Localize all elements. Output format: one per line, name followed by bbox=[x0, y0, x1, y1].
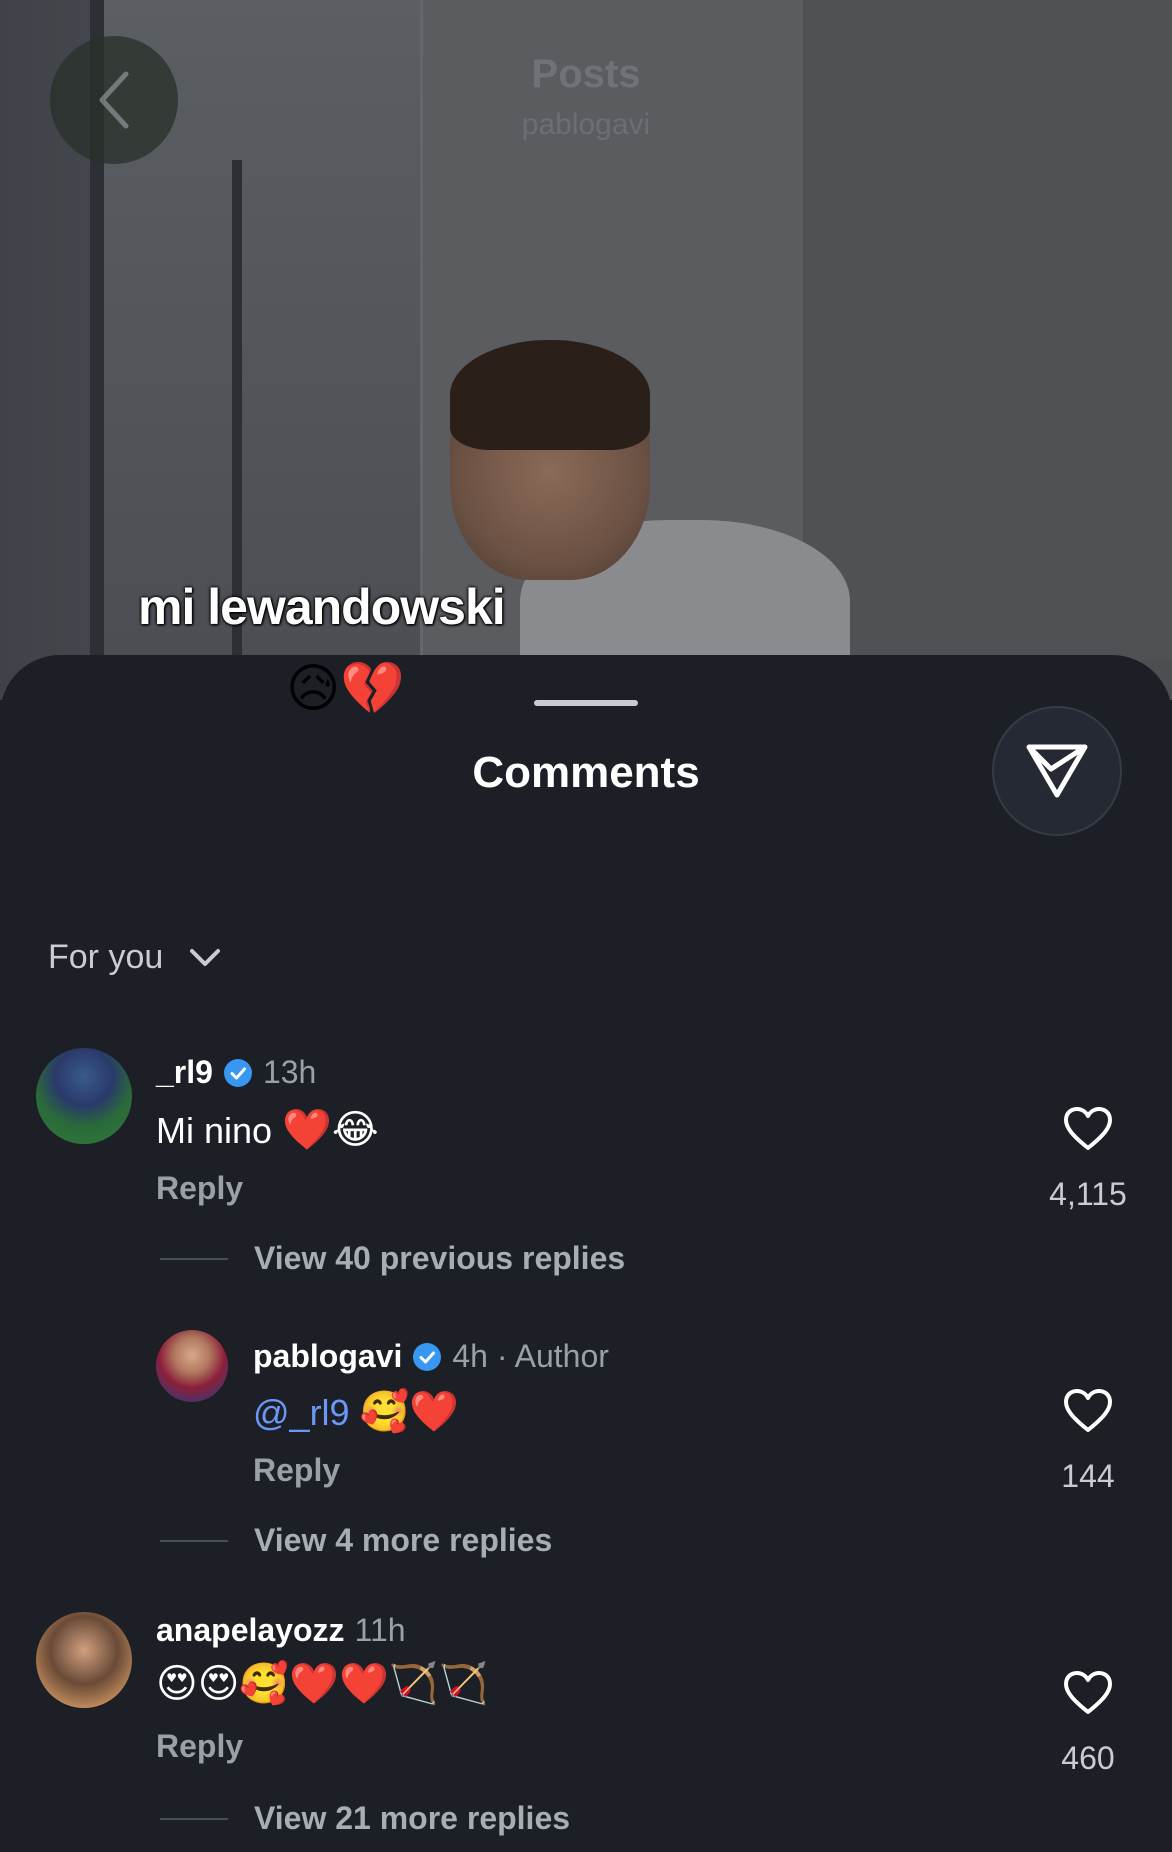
reply-button[interactable]: Reply bbox=[156, 1728, 243, 1765]
bg-person-hair bbox=[450, 340, 650, 450]
comment-username[interactable]: pablogavi bbox=[253, 1338, 402, 1375]
heart-icon[interactable] bbox=[1063, 1388, 1113, 1434]
replies-divider bbox=[160, 1257, 228, 1260]
view-replies-button[interactable]: View 40 previous replies bbox=[160, 1240, 625, 1277]
like-count: 460 bbox=[1061, 1740, 1115, 1776]
comment-text: @_rl9 🥰❤️ bbox=[253, 1388, 459, 1435]
comment-text: 😍😍🥰❤️❤️🏹🏹 bbox=[156, 1660, 488, 1707]
page-subtitle: pablogavi bbox=[521, 108, 651, 141]
bg-wall bbox=[800, 0, 1172, 660]
sheet-drag-handle[interactable] bbox=[534, 700, 638, 706]
like-count: 4,115 bbox=[1049, 1176, 1127, 1212]
avatar[interactable] bbox=[36, 1612, 132, 1708]
post-caption-emoji: 😥💔 bbox=[286, 660, 405, 718]
comment-text: Mi nino ❤️😂 bbox=[156, 1106, 379, 1153]
comment-username[interactable]: _rl9 bbox=[156, 1054, 213, 1091]
view-replies-button[interactable]: View 21 more replies bbox=[160, 1800, 570, 1837]
heart-icon[interactable] bbox=[1063, 1670, 1113, 1716]
replies-divider bbox=[160, 1817, 228, 1820]
verified-badge-icon bbox=[413, 1342, 442, 1371]
reply-button[interactable]: Reply bbox=[156, 1170, 243, 1207]
comment-time: 11h bbox=[354, 1612, 406, 1648]
author-tag: · Author bbox=[487, 1338, 609, 1374]
view-replies-label: View 21 more replies bbox=[254, 1800, 571, 1836]
share-paper-plane-icon bbox=[1026, 744, 1088, 798]
replies-divider bbox=[160, 1539, 228, 1542]
sort-label: For you bbox=[48, 938, 164, 976]
comment-emoji: ❤️😂 bbox=[282, 1108, 379, 1152]
view-replies-button[interactable]: View 4 more replies bbox=[160, 1522, 552, 1559]
sort-dropdown[interactable]: For you bbox=[48, 938, 221, 977]
comment-time: 4h bbox=[452, 1338, 488, 1374]
comment-header: anapelayozz 11h bbox=[156, 1612, 406, 1649]
like-count: 144 bbox=[1061, 1458, 1115, 1494]
comment-header: _rl9 13h bbox=[156, 1054, 316, 1091]
reply-button[interactable]: Reply bbox=[253, 1452, 340, 1489]
view-replies-label: View 40 previous replies bbox=[254, 1240, 626, 1276]
chevron-down-icon bbox=[190, 948, 221, 966]
comment-emoji: 😍😍🥰❤️❤️🏹🏹 bbox=[156, 1662, 489, 1706]
comment-emoji: 🥰❤️ bbox=[359, 1390, 460, 1434]
page-title: Posts bbox=[531, 52, 641, 96]
heart-icon[interactable] bbox=[1063, 1106, 1113, 1152]
comment-header: pablogavi 4h · Author bbox=[253, 1338, 609, 1375]
comment-mention[interactable]: @_rl9 bbox=[253, 1392, 350, 1433]
share-button[interactable] bbox=[992, 706, 1122, 836]
verified-badge-icon bbox=[223, 1058, 252, 1087]
comment-username[interactable]: anapelayozz bbox=[156, 1612, 345, 1649]
post-caption: mi lewandowski bbox=[138, 579, 506, 635]
comment-time: 13h bbox=[262, 1054, 317, 1090]
comment-body: Mi nino bbox=[156, 1110, 273, 1151]
avatar[interactable] bbox=[36, 1048, 132, 1144]
view-replies-label: View 4 more replies bbox=[254, 1522, 553, 1558]
avatar[interactable] bbox=[156, 1330, 228, 1402]
